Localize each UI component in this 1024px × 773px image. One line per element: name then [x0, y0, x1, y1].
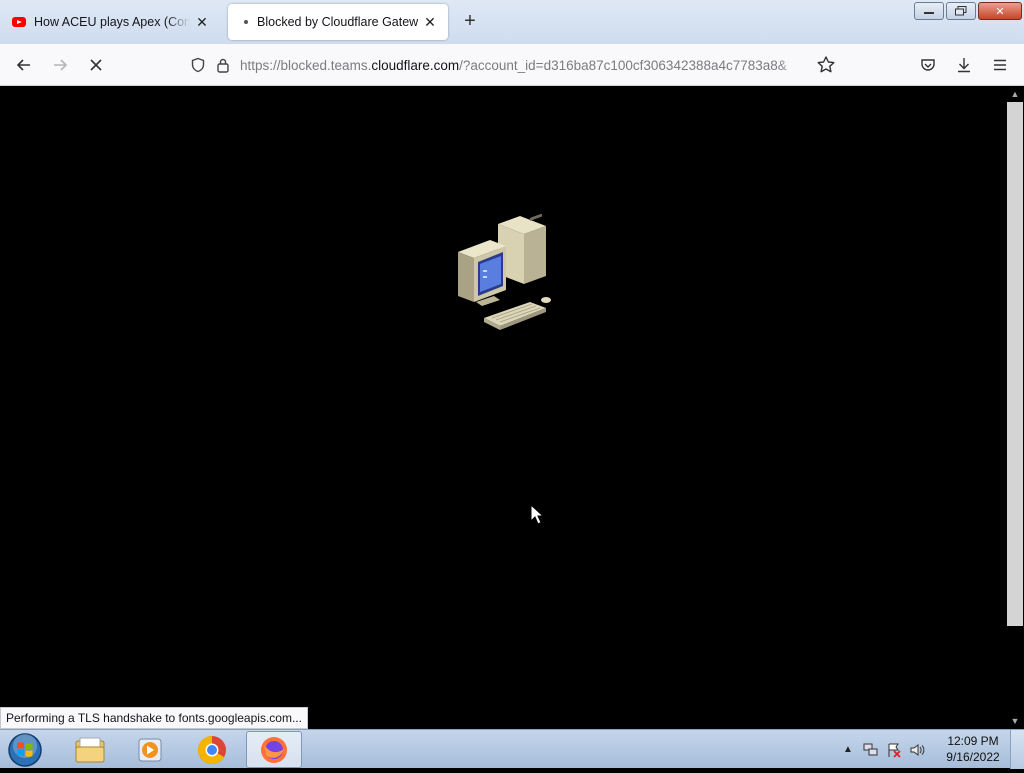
- taskbar: ▲ 12:09 PM 9/16/2022: [0, 729, 1024, 769]
- tab-cloudflare-blocked[interactable]: Blocked by Cloudflare Gateway ✕: [228, 4, 448, 40]
- page-content: [0, 86, 1006, 729]
- back-button[interactable]: [12, 53, 36, 77]
- pocket-icon: [921, 59, 935, 71]
- url-text[interactable]: https://blocked.teams.cloudflare.com/?ac…: [240, 58, 806, 73]
- show-desktop-button[interactable]: [1010, 730, 1024, 769]
- clock-time: 12:09 PM: [947, 734, 999, 748]
- scrollbar-thumb[interactable]: [1007, 102, 1023, 626]
- taskbar-media-player[interactable]: [122, 731, 178, 768]
- network-computers-icon: [863, 743, 878, 755]
- network-icon[interactable]: [863, 742, 879, 758]
- taskbar-chrome[interactable]: [184, 731, 240, 768]
- scroll-up-icon[interactable]: ▲: [1006, 86, 1024, 102]
- url-host: cloudflare.com: [371, 57, 460, 73]
- new-tab-button[interactable]: +: [460, 11, 480, 32]
- tab-strip: How ACEU plays Apex (Compilation) ✕ Bloc…: [0, 0, 1024, 44]
- media-player-icon: [138, 738, 162, 761]
- tab-title: How ACEU plays Apex (Compilation): [34, 15, 190, 29]
- navigation-bar: https://blocked.teams.cloudflare.com/?ac…: [0, 44, 1024, 86]
- url-suffix: /?account_id=d316ba87c100cf306342388a4c7…: [459, 57, 787, 73]
- minimize-icon: [924, 12, 934, 14]
- taskbar-clock[interactable]: 12:09 PM 9/16/2022: [938, 733, 1008, 765]
- start-button[interactable]: [6, 732, 44, 768]
- back-arrow-icon: [16, 59, 30, 71]
- speaker-icon: [910, 743, 925, 756]
- stop-icon: [90, 59, 102, 71]
- bookmark-star-icon[interactable]: [816, 55, 836, 75]
- forward-button[interactable]: [48, 53, 72, 77]
- tab-close-icon[interactable]: ✕: [194, 14, 210, 30]
- windows-start-orb-icon: [8, 733, 42, 767]
- hamburger-menu-icon: [994, 59, 1006, 71]
- action-center-icon[interactable]: [886, 742, 902, 758]
- download-icon: [958, 58, 970, 73]
- show-hidden-icons-icon[interactable]: ▲: [840, 742, 856, 758]
- youtube-icon: [12, 17, 26, 27]
- tab-title: Blocked by Cloudflare Gateway: [257, 15, 418, 29]
- vertical-scrollbar[interactable]: ▲ ▼: [1006, 86, 1024, 729]
- clock-date: 9/16/2022: [946, 750, 1000, 764]
- restore-icon: [955, 6, 967, 16]
- forward-arrow-icon: [54, 59, 68, 71]
- url-prefix: https://blocked.teams.: [240, 57, 372, 73]
- computer-illustration-icon: [458, 214, 551, 330]
- close-window-button[interactable]: ✕: [978, 2, 1022, 20]
- volume-icon[interactable]: [909, 742, 925, 758]
- chrome-icon: [198, 735, 226, 764]
- app-menu-button[interactable]: [990, 55, 1010, 75]
- tracking-shield-icon[interactable]: [190, 57, 206, 73]
- scroll-down-icon[interactable]: ▼: [1006, 713, 1024, 729]
- restore-button[interactable]: [946, 2, 976, 20]
- pocket-button[interactable]: [918, 55, 938, 75]
- stop-loading-button[interactable]: [84, 53, 108, 77]
- taskbar-file-explorer[interactable]: [62, 731, 118, 768]
- downloads-button[interactable]: [954, 55, 974, 75]
- tab-close-icon[interactable]: ✕: [422, 14, 438, 30]
- firefox-icon: [261, 736, 287, 763]
- status-tooltip: Performing a TLS handshake to fonts.goog…: [0, 707, 308, 729]
- close-icon: ✕: [995, 5, 1005, 18]
- folder-icon: [75, 737, 105, 762]
- minimize-button[interactable]: [914, 2, 944, 20]
- lock-icon[interactable]: [216, 57, 230, 73]
- url-bar[interactable]: https://blocked.teams.cloudflare.com/?ac…: [182, 50, 846, 80]
- window-controls: ✕: [914, 2, 1022, 20]
- loading-dot-icon: [244, 20, 248, 24]
- system-tray: ▲: [840, 730, 925, 769]
- mouse-cursor-icon: [530, 504, 544, 525]
- taskbar-firefox-active[interactable]: [246, 731, 302, 768]
- flag-warning-icon: [888, 743, 901, 758]
- tab-youtube[interactable]: How ACEU plays Apex (Compilation) ✕: [2, 4, 220, 40]
